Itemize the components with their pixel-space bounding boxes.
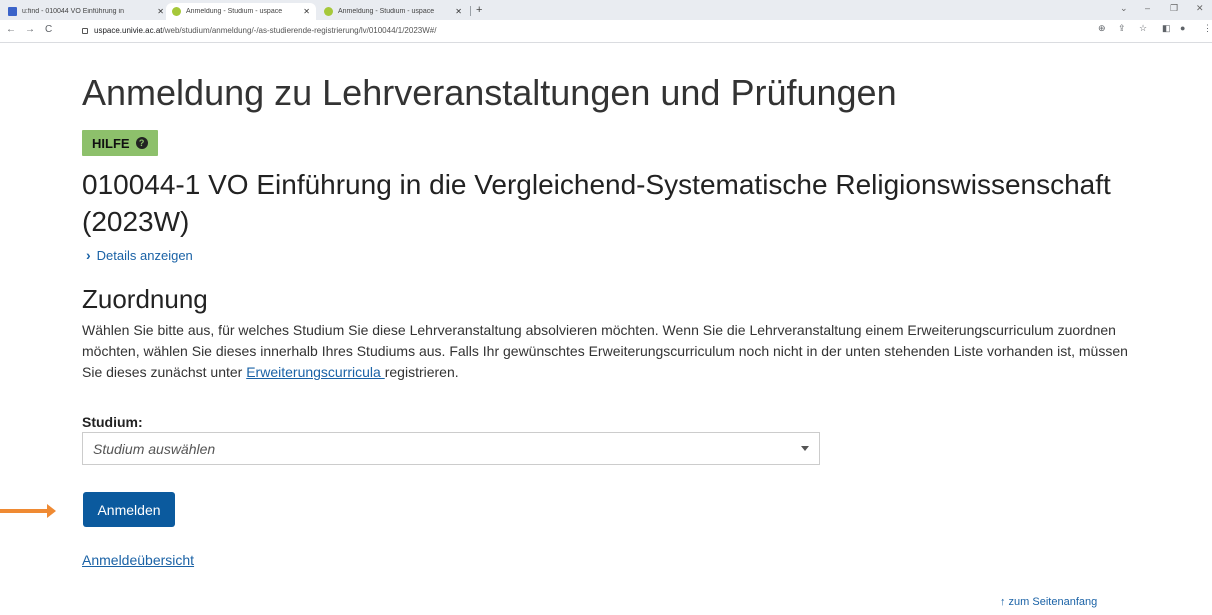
uspace-favicon-icon (172, 7, 181, 16)
tab-divider (470, 6, 471, 16)
details-link-label: Details anzeigen (96, 247, 193, 263)
tab-title: Anmeldung - Studium - uspace (186, 8, 283, 15)
browser-address-bar: ← → C uspace.univie.ac.at/web/studium/an… (0, 20, 1212, 43)
uspace-favicon-icon (324, 7, 333, 16)
description-text: Wählen Sie bitte aus, für welches Studiu… (82, 322, 1128, 380)
description-text-end: registrieren. (384, 364, 459, 380)
url-field[interactable]: uspace.univie.ac.at/web/studium/anmeldun… (82, 23, 1082, 38)
anmelden-button[interactable]: Anmelden (83, 492, 175, 527)
studium-label: Studium: (82, 414, 143, 430)
close-icon[interactable]: ✕ (455, 7, 462, 16)
menu-kebab-icon[interactable]: ⋮ (1203, 23, 1212, 34)
browser-tab-anmeldung-active[interactable]: Anmeldung - Studium - uspace ✕ (166, 3, 316, 20)
help-button[interactable]: HILFE ? (82, 130, 158, 156)
ufind-favicon-icon (8, 7, 17, 16)
dropdown-caret-icon (801, 446, 809, 451)
side-panel-icon[interactable]: ◧ (1162, 23, 1171, 34)
studium-select[interactable]: Studium auswählen (82, 432, 820, 465)
browser-tab-anmeldung[interactable]: Anmeldung - Studium - uspace ✕ (318, 3, 468, 20)
question-circle-icon: ? (135, 137, 148, 149)
back-arrow-icon[interactable]: ← (6, 23, 16, 37)
annotation-arrow-icon (0, 504, 56, 518)
url-path: /web/studium/anmeldung/-/as-studierende-… (162, 26, 437, 35)
details-toggle-link[interactable]: › Details anzeigen (86, 247, 193, 263)
bookmark-star-icon[interactable]: ☆ (1139, 23, 1147, 34)
back-to-top-link[interactable]: ↑ zum Seitenanfang (1000, 596, 1097, 608)
anmeldeuebersicht-link[interactable]: Anmeldeübersicht (82, 552, 194, 568)
new-tab-plus-icon[interactable]: + (476, 3, 482, 17)
tab-title: Anmeldung - Studium - uspace (338, 8, 435, 15)
forward-arrow-icon[interactable]: → (25, 23, 35, 37)
window-close-icon[interactable]: ✕ (1196, 3, 1204, 14)
section-title: Zuordnung (82, 284, 208, 314)
reload-icon[interactable]: C (45, 23, 52, 37)
chevron-right-icon: › (86, 247, 91, 263)
share-icon[interactable]: ⇪ (1118, 23, 1126, 34)
profile-icon[interactable]: ● (1180, 23, 1185, 33)
page-title: Anmeldung zu Lehrveranstaltungen und Prü… (82, 72, 897, 113)
erweiterungscurricula-link[interactable]: Erweiterungscurricula (246, 364, 385, 380)
restore-icon[interactable]: ❐ (1170, 3, 1178, 14)
browser-tab-ufind[interactable]: u:find - 010044 VO Einführung in ✕ (2, 3, 170, 20)
browser-tab-bar: u:find - 010044 VO Einführung in ✕ Anmel… (0, 0, 1212, 20)
course-title: 010044-1 VO Einführung in die Vergleiche… (82, 169, 1111, 237)
zoom-icon[interactable]: ⊕ (1098, 23, 1106, 34)
close-icon[interactable]: ✕ (157, 7, 164, 16)
assignment-description: Wählen Sie bitte aus, für welches Studiu… (82, 320, 1142, 383)
close-icon[interactable]: ✕ (303, 7, 310, 16)
tab-title: u:find - 010044 VO Einführung in (22, 8, 124, 15)
minimize-icon[interactable]: – (1145, 3, 1150, 13)
help-label: HILFE (92, 135, 130, 151)
lock-icon (82, 27, 88, 34)
tab-search-chevron-icon[interactable]: ⌄ (1120, 3, 1128, 14)
url-host: uspace.univie.ac.at (94, 26, 163, 35)
studium-select-placeholder: Studium auswählen (93, 440, 216, 457)
